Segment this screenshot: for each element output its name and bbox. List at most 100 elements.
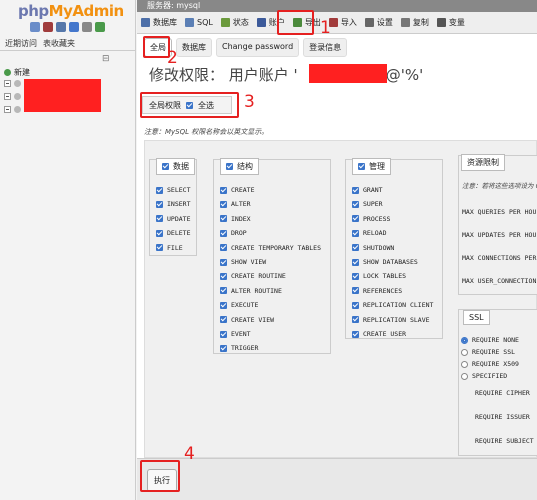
privilege-checkbox[interactable] <box>352 258 359 266</box>
radio-require-none[interactable] <box>461 336 468 344</box>
privilege-checkbox-row[interactable]: SHOW VIEW <box>220 258 266 266</box>
privilege-checkbox[interactable] <box>352 229 359 237</box>
privilege-checkbox[interactable] <box>156 244 163 252</box>
privilege-checkbox[interactable] <box>352 316 359 324</box>
tab-replication[interactable]: 复制 <box>397 12 433 34</box>
privilege-checkbox[interactable] <box>220 344 227 352</box>
tree-item-database[interactable] <box>4 93 21 100</box>
tab-status[interactable]: 状态 <box>217 12 253 34</box>
privilege-checkbox[interactable] <box>156 186 163 194</box>
privilege-checkbox[interactable] <box>220 316 227 324</box>
reload-icon[interactable] <box>95 22 105 32</box>
privilege-checkbox-row[interactable]: CREATE <box>220 186 254 194</box>
privilege-checkbox-row[interactable]: EVENT <box>220 330 251 338</box>
privilege-checkbox-row[interactable]: REFERENCES <box>352 287 402 295</box>
annotation-number-1: 1 <box>320 18 331 38</box>
ssl-option[interactable]: REQUIRE SSL <box>461 348 515 356</box>
subtab-login-info[interactable]: 登录信息 <box>303 38 348 57</box>
privilege-checkbox-row[interactable]: CREATE VIEW <box>220 316 274 324</box>
privilege-checkbox[interactable] <box>156 215 163 223</box>
privilege-label: CREATE TEMPORARY TABLES <box>231 243 322 252</box>
radio-require-ssl[interactable] <box>461 348 468 356</box>
privilege-checkbox-row[interactable]: INSERT <box>156 200 190 208</box>
home-icon[interactable] <box>30 22 40 32</box>
subtab-database[interactable]: 数据库 <box>176 38 212 57</box>
privilege-checkbox-row[interactable]: ALTER <box>220 200 251 208</box>
privilege-checkbox[interactable] <box>352 186 359 194</box>
structure-check-all[interactable] <box>226 163 233 170</box>
privilege-checkbox[interactable] <box>352 287 359 295</box>
tree-item-database[interactable] <box>4 80 21 87</box>
collapse-all-icon[interactable]: ⊟ <box>102 54 110 64</box>
privilege-checkbox-row[interactable]: SELECT <box>156 186 190 194</box>
privilege-checkbox-row[interactable]: ALTER ROUTINE <box>220 287 282 295</box>
privilege-checkbox[interactable] <box>220 287 227 295</box>
privilege-checkbox-row[interactable]: REPLICATION CLIENT <box>352 301 433 309</box>
privilege-checkbox-row[interactable]: GRANT <box>352 186 383 194</box>
logout-icon[interactable] <box>43 22 53 32</box>
tree-item-new[interactable]: 新建 <box>4 67 30 78</box>
docs-icon[interactable] <box>69 22 79 32</box>
admin-check-all[interactable] <box>358 163 365 170</box>
settings-icon[interactable] <box>82 22 92 32</box>
privilege-checkbox-row[interactable]: PROCESS <box>352 215 390 223</box>
privilege-checkbox[interactable] <box>352 301 359 309</box>
data-check-all[interactable] <box>162 163 169 170</box>
radio-require-x509[interactable] <box>461 360 468 368</box>
privilege-checkbox[interactable] <box>156 229 163 237</box>
tree-item-database[interactable] <box>4 106 21 113</box>
privilege-checkbox[interactable] <box>220 200 227 208</box>
tab-settings[interactable]: 设置 <box>361 12 397 34</box>
privilege-checkbox-row[interactable]: DROP <box>220 229 247 237</box>
ssl-option[interactable]: SPECIFIED <box>461 372 507 380</box>
expand-icon[interactable] <box>4 106 11 113</box>
privilege-checkbox-row[interactable]: LOCK TABLES <box>352 272 406 280</box>
privilege-checkbox[interactable] <box>220 186 227 194</box>
data-legend[interactable]: 数据 <box>156 158 195 175</box>
tab-recent[interactable]: 近期访问 <box>4 38 38 49</box>
privilege-checkbox-row[interactable]: SHUTDOWN <box>352 244 394 252</box>
privilege-checkbox[interactable] <box>156 200 163 208</box>
privilege-checkbox-row[interactable]: FILE <box>156 244 183 252</box>
privilege-checkbox[interactable] <box>220 272 227 280</box>
expand-icon[interactable] <box>4 80 11 87</box>
tab-variables[interactable]: 变量 <box>433 12 469 34</box>
privilege-checkbox[interactable] <box>352 244 359 252</box>
privilege-checkbox-row[interactable]: CREATE USER <box>352 330 406 338</box>
help-icon[interactable] <box>56 22 66 32</box>
privilege-checkbox-row[interactable]: EXECUTE <box>220 301 258 309</box>
admin-legend[interactable]: 管理 <box>352 158 391 175</box>
privilege-checkbox-row[interactable]: UPDATE <box>156 215 190 223</box>
privilege-checkbox-row[interactable]: INDEX <box>220 215 251 223</box>
privilege-checkbox[interactable] <box>220 215 227 223</box>
privilege-checkbox[interactable] <box>220 301 227 309</box>
privilege-checkbox[interactable] <box>352 330 359 338</box>
privilege-checkbox-row[interactable]: RELOAD <box>352 229 386 237</box>
privilege-checkbox-row[interactable]: SHOW DATABASES <box>352 258 418 266</box>
privilege-checkbox[interactable] <box>220 258 227 266</box>
ssl-option[interactable]: REQUIRE NONE <box>461 336 519 344</box>
privilege-checkbox[interactable] <box>220 229 227 237</box>
privilege-checkbox-row[interactable]: TRIGGER <box>220 344 258 352</box>
subtab-change-password[interactable]: Change password <box>216 38 300 57</box>
tab-sql[interactable]: SQL <box>181 12 217 34</box>
ssl-option[interactable]: REQUIRE X509 <box>461 360 519 368</box>
radio-specified[interactable] <box>461 372 468 380</box>
privilege-checkbox-row[interactable]: REPLICATION SLAVE <box>352 316 430 324</box>
privilege-checkbox-row[interactable]: CREATE TEMPORARY TABLES <box>220 244 321 252</box>
privilege-checkbox[interactable] <box>220 244 227 252</box>
privilege-label: CREATE ROUTINE <box>231 272 286 281</box>
privilege-checkbox-row[interactable]: CREATE ROUTINE <box>220 272 286 280</box>
tab-favorites[interactable]: 表收藏夹 <box>42 38 76 49</box>
privilege-checkbox[interactable] <box>352 272 359 280</box>
privilege-checkbox-row[interactable]: SUPER <box>352 200 383 208</box>
server-breadcrumb[interactable]: 服务器: mysql <box>137 0 537 12</box>
privilege-checkbox[interactable] <box>352 200 359 208</box>
phpmyadmin-logo[interactable]: phpMyAdmin <box>18 2 124 20</box>
tab-databases[interactable]: 数据库 <box>137 12 181 34</box>
structure-legend[interactable]: 结构 <box>220 158 259 175</box>
privilege-checkbox[interactable] <box>220 330 227 338</box>
privilege-checkbox-row[interactable]: DELETE <box>156 229 190 237</box>
expand-icon[interactable] <box>4 93 11 100</box>
privilege-checkbox[interactable] <box>352 215 359 223</box>
